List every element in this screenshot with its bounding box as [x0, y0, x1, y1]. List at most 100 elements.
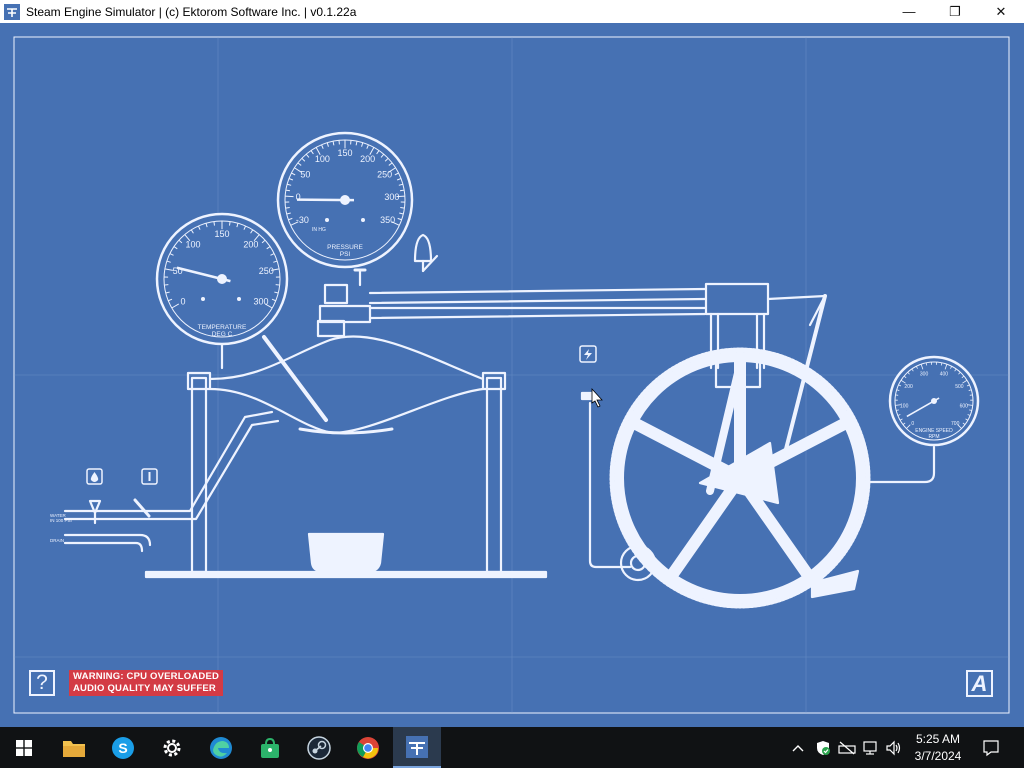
- start-button[interactable]: [0, 727, 48, 768]
- lightning-icon[interactable]: [579, 345, 597, 363]
- gauge-tick: [213, 221, 215, 226]
- title-bar: Steam Engine Simulator | (c) Ektorom Sof…: [0, 0, 1024, 23]
- mid-valve-block: [318, 304, 372, 324]
- pressure-label-2: PSI: [340, 251, 351, 258]
- gauge-tick-label: 500: [955, 384, 964, 390]
- app-icon: [4, 3, 20, 20]
- gauge-tick-label: 250: [259, 266, 274, 276]
- taskbar: S 5:25 AM 3/7/2024: [0, 727, 1024, 768]
- skype-icon: S: [112, 736, 134, 759]
- notification-icon: [983, 739, 999, 756]
- gauge-tick-label: 300: [253, 297, 268, 307]
- pressure-label-1: PRESSURE: [327, 244, 363, 251]
- gauge-tick-label: 0: [911, 421, 914, 427]
- piston-rod: [766, 294, 827, 301]
- left-leg: [190, 376, 208, 574]
- engine-speed-gauge: 0100200300 400500600700 ENGINE SPEED RPM: [888, 355, 980, 447]
- gauge-tick-label: 600: [960, 403, 969, 409]
- drain-label: DRAIN: [50, 538, 64, 543]
- gauge-tick-label: 150: [214, 229, 229, 239]
- inhg-label: IN HG: [312, 227, 326, 233]
- cylinder: [704, 282, 770, 316]
- show-hidden-icons-button[interactable]: [789, 727, 807, 768]
- gauge-tick-label: 350: [380, 215, 395, 225]
- gauge-tick: [285, 195, 294, 198]
- gauge-tick: [285, 189, 291, 192]
- gauge-tick-label: 0: [181, 297, 186, 307]
- window-title: Steam Engine Simulator | (c) Ektorom Sof…: [26, 4, 357, 19]
- gauge-tick-label: 100: [315, 154, 330, 164]
- pressure-gauge: -30050100150200250300350 IN HG PRESSURE …: [276, 131, 414, 269]
- chevron-up-icon: [792, 744, 804, 751]
- windows-icon: [16, 739, 32, 756]
- skype-button[interactable]: S: [99, 727, 147, 768]
- water-label-2: IN 100 PSI: [50, 518, 72, 523]
- gauge-tick-label: 200: [904, 384, 913, 390]
- gauge-tick-label: 150: [337, 148, 352, 158]
- gauge-tick-label: 100: [900, 403, 909, 409]
- gauge-tick-label: 200: [243, 240, 258, 250]
- drive-tray-icon[interactable]: [837, 727, 857, 768]
- water-pipe-lower: [63, 419, 280, 521]
- gauge-tick-label: 50: [300, 170, 310, 180]
- close-button[interactable]: ✕: [978, 0, 1024, 23]
- steam-icon: [307, 735, 331, 760]
- clock-time: 5:25 AM: [915, 732, 961, 746]
- drive-icon: [838, 741, 856, 754]
- gauge-tick: [399, 189, 405, 192]
- simulator-stage: 0 50 100 150 200 250 300 TEMPERATURE DEG C -30…: [0, 23, 1024, 727]
- lock-bag-icon: [261, 737, 279, 758]
- gauge-tick: [940, 362, 943, 366]
- cpu-warning-badge: WARNING: CPU OVERLOADED AUDIO QUALITY MA…: [69, 670, 224, 696]
- valve-icon[interactable]: [141, 468, 158, 485]
- volume-tray-icon[interactable]: [884, 727, 904, 768]
- gauge-tick-label: 100: [186, 240, 201, 250]
- network-tray-icon[interactable]: [861, 727, 881, 768]
- blueprint-grid: [14, 37, 1009, 713]
- burner: [307, 532, 385, 573]
- steam-engine-simulator-taskbar-button[interactable]: [393, 727, 441, 768]
- security-tray-icon[interactable]: [813, 727, 833, 768]
- clock-date: 3/7/2024: [914, 749, 962, 763]
- file-explorer-button[interactable]: [50, 727, 98, 768]
- help-button[interactable]: ?: [29, 670, 55, 696]
- notifications-button[interactable]: [980, 727, 1002, 768]
- minimize-button[interactable]: —: [886, 0, 932, 23]
- chrome-icon: [357, 736, 379, 759]
- speaker-icon: [886, 740, 901, 755]
- temperature-gauge: 050100150200250300 TEMPERATURE DEG C: [155, 212, 289, 346]
- steam-button[interactable]: [295, 727, 343, 768]
- chrome-button[interactable]: [344, 727, 392, 768]
- restore-button[interactable]: ❐: [932, 0, 978, 23]
- settings-button[interactable]: [148, 727, 196, 768]
- drain-valve: [133, 498, 151, 518]
- right-leg: [485, 376, 503, 574]
- lower-valve-block: [316, 319, 346, 338]
- gear-icon: [163, 739, 181, 756]
- engine-app-icon: [406, 735, 428, 758]
- a-mode-button[interactable]: A: [966, 670, 993, 697]
- edge-button[interactable]: [197, 727, 245, 768]
- warning-line-2: AUDIO QUALITY MAY SUFFER: [73, 683, 216, 694]
- drain-pipe-lower: [63, 541, 144, 553]
- gauge-tick-label: 300: [384, 192, 399, 202]
- gauge-tick-label: 200: [360, 154, 375, 164]
- upper-valve-block: [323, 283, 349, 305]
- engine-diagram: 050100150200250300 TEMPERATURE DEG C -30…: [13, 36, 1010, 714]
- shield-icon: [817, 740, 830, 755]
- gauge-tick: [285, 207, 290, 209]
- system-clock[interactable]: 5:25 AM 3/7/2024: [905, 731, 971, 765]
- temperature-label-2: DEG C: [212, 331, 233, 338]
- warning-line-1: WARNING: CPU OVERLOADED: [73, 671, 220, 682]
- gauge-tick-label: 700: [951, 421, 960, 427]
- gauge-tick-label: 250: [377, 170, 392, 180]
- engine-speed-label-2: RPM: [928, 434, 939, 440]
- gauge-tick: [925, 362, 928, 366]
- gauge-tick-label: 400: [940, 372, 949, 378]
- folder-icon: [63, 740, 85, 757]
- store-button[interactable]: [246, 727, 294, 768]
- gauge-tick-label: 300: [920, 372, 929, 378]
- network-icon: [863, 740, 877, 755]
- temperature-label-1: TEMPERATURE: [198, 324, 247, 331]
- water-drop-icon[interactable]: [86, 468, 103, 485]
